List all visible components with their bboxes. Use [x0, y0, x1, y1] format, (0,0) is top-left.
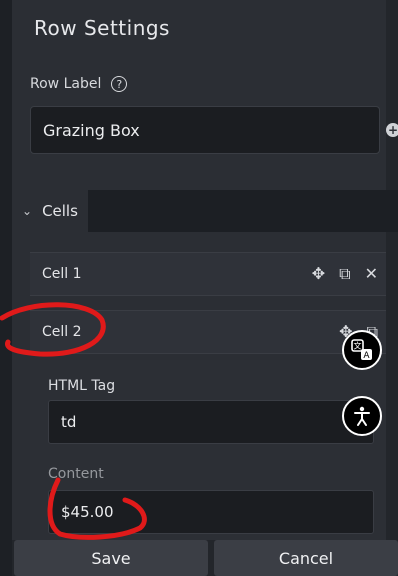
cell-row-1[interactable]: Cell 1 ✥ ⧉ ✕: [30, 252, 386, 296]
row-label-input[interactable]: Grazing Box: [30, 106, 380, 154]
tab-cells[interactable]: ⌄ Cells: [12, 190, 88, 232]
svg-text:文: 文: [354, 341, 362, 351]
row-label-field-label: Row Label ?: [30, 76, 128, 92]
left-edge: [0, 0, 12, 576]
accessibility-icon: [354, 406, 370, 426]
save-button[interactable]: Save: [14, 540, 208, 576]
cell-label: Cell 2: [42, 324, 82, 340]
row-label-value: Grazing Box: [43, 120, 140, 140]
close-icon[interactable]: ✕: [365, 264, 378, 284]
content-input[interactable]: $45.00: [48, 490, 374, 534]
cell-row-2[interactable]: Cell 2 ✥ ⧉: [30, 310, 386, 354]
cancel-button[interactable]: Cancel: [214, 540, 398, 576]
row-label-text: Row Label: [30, 76, 102, 92]
html-tag-label: HTML Tag: [48, 378, 116, 394]
add-icon[interactable]: +: [386, 123, 398, 137]
translate-icon: 文 A: [351, 339, 372, 361]
translate-button[interactable]: 文 A: [342, 330, 382, 370]
svg-text:A: A: [363, 351, 370, 361]
html-tag-value: td: [61, 413, 77, 431]
cell-label: Cell 1: [42, 266, 82, 282]
panel-title: Row Settings: [34, 16, 170, 40]
duplicate-icon[interactable]: ⧉: [339, 264, 350, 284]
accessibility-button[interactable]: [342, 396, 382, 436]
content-value: $45.00: [61, 503, 114, 521]
right-edge: [386, 0, 398, 576]
content-label: Content: [48, 466, 104, 482]
move-icon[interactable]: ✥: [312, 264, 325, 284]
help-icon[interactable]: ?: [111, 76, 128, 92]
html-tag-input[interactable]: td: [48, 400, 374, 444]
chevron-down-icon: ⌄: [22, 204, 33, 218]
cell-actions: ✥ ⧉ ✕: [312, 264, 378, 284]
tab-cells-label: Cells: [42, 202, 78, 220]
